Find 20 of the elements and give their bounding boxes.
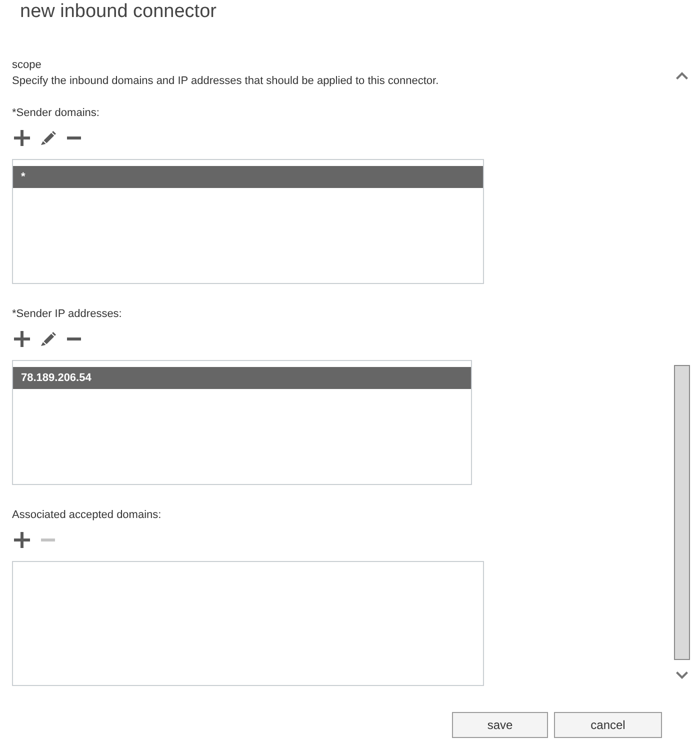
plus-icon[interactable] bbox=[14, 130, 30, 146]
field-label: *Sender domains: bbox=[12, 106, 100, 121]
window-title: new inbound connector bbox=[19, 0, 216, 24]
chevron-down-icon[interactable] bbox=[676, 671, 688, 679]
chevron-up-icon[interactable] bbox=[676, 72, 688, 80]
field-label: Associated accepted domains: bbox=[12, 508, 162, 523]
list-item[interactable]: * bbox=[13, 166, 483, 188]
list-item[interactable]: 78.189.206.54 bbox=[13, 367, 471, 389]
section-description: Specify the inbound domains and IP addresses that should be applied to this connector. bbox=[12, 74, 439, 89]
list-box[interactable]: 78.189.206.54 bbox=[12, 360, 472, 485]
pencil-icon[interactable] bbox=[40, 331, 56, 347]
section-heading: scope bbox=[12, 58, 42, 73]
plus-icon[interactable] bbox=[14, 331, 30, 347]
save-button[interactable]: save bbox=[452, 712, 548, 738]
pencil-icon[interactable] bbox=[40, 130, 56, 146]
field-label: *Sender IP addresses: bbox=[12, 307, 122, 322]
list-box[interactable]: * bbox=[12, 159, 484, 284]
plus-icon[interactable] bbox=[14, 532, 30, 548]
cancel-button[interactable]: cancel bbox=[554, 712, 662, 738]
scrollbar-thumb[interactable] bbox=[674, 365, 690, 660]
